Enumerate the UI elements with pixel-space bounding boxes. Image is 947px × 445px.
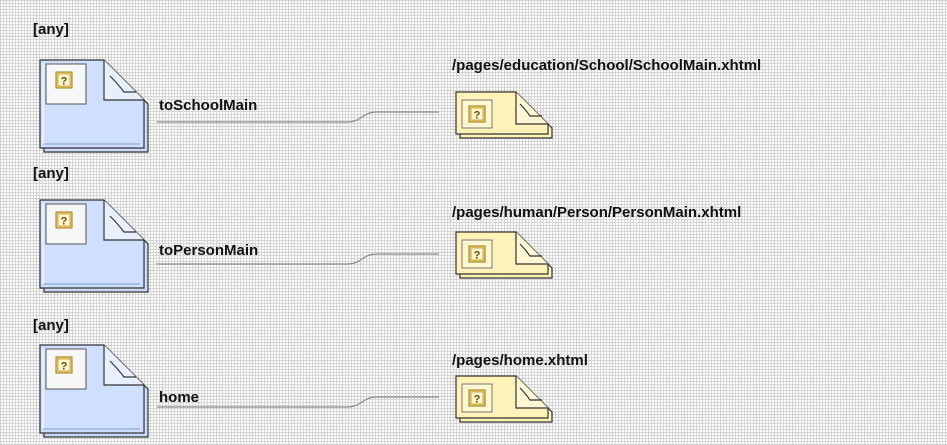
source-label: [any] <box>33 317 69 334</box>
target-path-label: /pages/human/Person/PersonMain.xhtml <box>452 204 742 221</box>
target-page-icon[interactable] <box>456 232 552 278</box>
target-page-icon[interactable] <box>456 376 552 422</box>
target-path-label: /pages/home.xhtml <box>452 352 588 369</box>
source-page-icon[interactable] <box>40 60 148 152</box>
source-page-icon[interactable] <box>40 200 148 292</box>
connector-line <box>156 396 440 408</box>
source-label: [any] <box>33 165 69 182</box>
outcome-label[interactable]: home <box>159 389 199 406</box>
outcome-label[interactable]: toSchoolMain <box>159 97 257 114</box>
source-page-icon[interactable] <box>40 345 148 437</box>
target-path-label: /pages/education/School/SchoolMain.xhtml <box>452 57 762 74</box>
target-page-icon[interactable] <box>456 92 552 138</box>
source-label: [any] <box>33 21 69 38</box>
outcome-label[interactable]: toPersonMain <box>159 242 258 259</box>
